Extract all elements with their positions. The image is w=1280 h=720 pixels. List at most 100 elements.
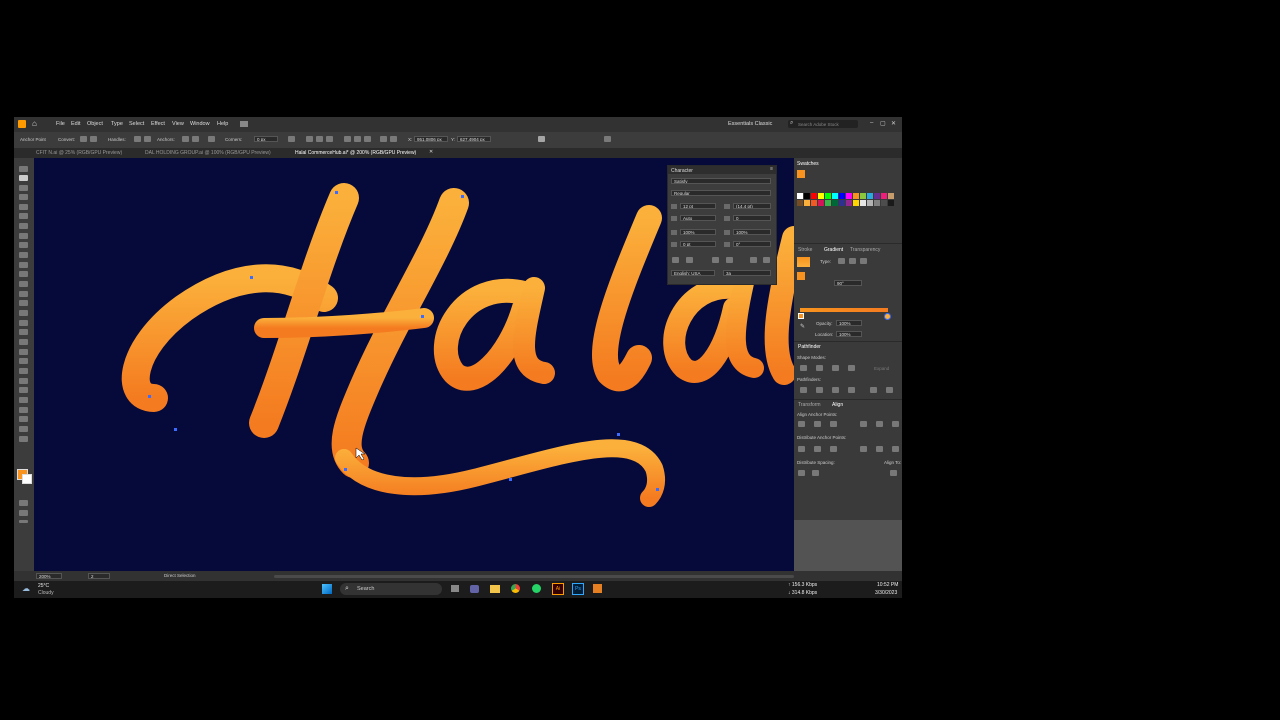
swatch[interactable] [853, 200, 859, 206]
perspective-grid-tool-icon[interactable] [19, 339, 28, 345]
isolate-icon[interactable] [288, 136, 295, 142]
menu-edit[interactable]: Edit [71, 121, 80, 127]
divide-icon[interactable] [800, 387, 807, 393]
swatch[interactable] [846, 193, 852, 199]
outline-icon[interactable] [870, 387, 877, 393]
teams-icon[interactable] [470, 585, 479, 593]
hide-handles-icon[interactable] [144, 136, 151, 142]
minimize-icon[interactable]: – [870, 120, 873, 126]
transform-icon[interactable] [538, 136, 545, 142]
show-handles-icon[interactable] [134, 136, 141, 142]
panel-menu-icon[interactable]: ≡ [770, 166, 773, 172]
connect-anchor-icon[interactable] [192, 136, 199, 142]
line-tool-icon[interactable] [19, 233, 28, 239]
taskbar-search-box[interactable]: ⌕ Search [340, 583, 442, 595]
eyedropper-tool-icon[interactable] [19, 368, 28, 374]
swatch[interactable] [860, 193, 866, 199]
freeform-gradient-icon[interactable] [860, 258, 867, 264]
language-field[interactable]: English: USA [671, 270, 715, 276]
gradient-angle-field[interactable]: 90° [834, 280, 862, 286]
swatch[interactable] [860, 200, 866, 206]
superscript-icon[interactable] [712, 257, 719, 263]
swatch[interactable] [839, 193, 845, 199]
intersect-icon[interactable] [832, 365, 839, 371]
magic-wand-tool-icon[interactable] [19, 185, 28, 191]
distribute-icon[interactable] [380, 136, 387, 142]
swatch[interactable] [804, 200, 810, 206]
tab-gradient[interactable]: Gradient [824, 247, 843, 253]
tab-transparency[interactable]: Transparency [850, 247, 880, 253]
mesh-tool-icon[interactable] [19, 349, 28, 355]
menu-file[interactable]: File [56, 121, 65, 127]
location-field[interactable]: 100% [836, 331, 862, 337]
horizontal-scale-field[interactable]: 100% [733, 229, 771, 235]
gradient-stop-left[interactable] [798, 313, 804, 319]
weather-temp[interactable]: 25°C [38, 583, 49, 589]
align-anchor-top-icon[interactable] [860, 421, 867, 427]
distribute-bottom-icon[interactable] [830, 446, 837, 452]
swatch[interactable] [867, 200, 873, 206]
tab-align[interactable]: Align [832, 402, 843, 408]
swatch[interactable] [818, 200, 824, 206]
swatch[interactable] [881, 193, 887, 199]
direct-selection-tool-icon[interactable] [19, 175, 28, 181]
workspace-switcher[interactable]: Essentials Classic [728, 121, 772, 127]
swatch[interactable] [818, 193, 824, 199]
artboard-tool-icon[interactable] [19, 407, 28, 413]
swatch[interactable] [846, 200, 852, 206]
drawing-mode-icon[interactable] [19, 500, 28, 506]
swatch[interactable] [874, 200, 880, 206]
control-options-icon[interactable] [604, 136, 611, 142]
curvature-tool-icon[interactable] [19, 213, 28, 219]
character-rotation-field[interactable]: 0° [733, 241, 771, 247]
font-size-field[interactable]: 12 pt [680, 203, 716, 209]
all-caps-icon[interactable] [672, 257, 679, 263]
align-anchor-right-icon[interactable] [830, 421, 837, 427]
menu-type[interactable]: Type [111, 121, 123, 127]
kerning-field[interactable]: Auto [680, 215, 716, 221]
leading-field[interactable]: (14.4 pt) [733, 203, 771, 209]
menu-select[interactable]: Select [129, 121, 144, 127]
swatch[interactable] [811, 193, 817, 199]
remove-anchor-icon[interactable] [182, 136, 189, 142]
swatch[interactable] [832, 193, 838, 199]
swatch[interactable] [804, 193, 810, 199]
rectangle-tool-icon[interactable] [19, 242, 28, 248]
tab-halal-commercehub[interactable]: Halal CommerceHub.ai* @ 200% (RGB/GPU Pr… [295, 150, 416, 156]
distribute-hcenter-icon[interactable] [876, 446, 883, 452]
menu-view[interactable]: View [172, 121, 184, 127]
distribute-right-icon[interactable] [892, 446, 899, 452]
baseline-shift-field[interactable]: 0 pt [680, 241, 716, 247]
menu-help[interactable]: Help [217, 121, 228, 127]
screen-mode-icon[interactable] [19, 510, 28, 516]
y-field[interactable]: 627.4904 px [457, 136, 491, 142]
swatch[interactable] [881, 200, 887, 206]
symbol-sprayer-tool-icon[interactable] [19, 387, 28, 393]
convert-corner-icon[interactable] [80, 136, 87, 142]
artboard-navigator[interactable]: 2 [88, 573, 110, 579]
rotate-tool-icon[interactable] [19, 291, 28, 297]
swatches-tab[interactable]: Swatches [797, 161, 819, 167]
small-caps-icon[interactable] [686, 257, 693, 263]
file-explorer-icon[interactable] [490, 585, 500, 593]
merge-icon[interactable] [832, 387, 839, 393]
align-top-icon[interactable] [344, 136, 351, 142]
align-left-icon[interactable] [306, 136, 313, 142]
distribute-vcenter-icon[interactable] [814, 446, 821, 452]
font-style-field[interactable]: Regular [671, 190, 771, 196]
anti-aliasing-field[interactable]: 3a [723, 270, 771, 276]
gradient-stop-right[interactable] [884, 313, 891, 320]
windows-start-icon[interactable] [322, 584, 332, 594]
align-anchor-bottom-icon[interactable] [892, 421, 899, 427]
zoom-field[interactable]: 200% [36, 573, 62, 579]
gradient-thumbnail[interactable] [797, 257, 810, 267]
swatch[interactable] [797, 193, 803, 199]
whatsapp-icon[interactable] [532, 584, 541, 593]
horizontal-scrollbar[interactable] [274, 575, 794, 578]
vertical-distribute-space-icon[interactable] [798, 470, 805, 476]
maximize-icon[interactable]: ▢ [880, 120, 886, 127]
tab-close-icon[interactable]: ✕ [429, 149, 433, 155]
free-transform-tool-icon[interactable] [19, 320, 28, 326]
illustrator-taskbar-icon[interactable]: Ai [552, 583, 564, 595]
swatch[interactable] [888, 200, 894, 206]
